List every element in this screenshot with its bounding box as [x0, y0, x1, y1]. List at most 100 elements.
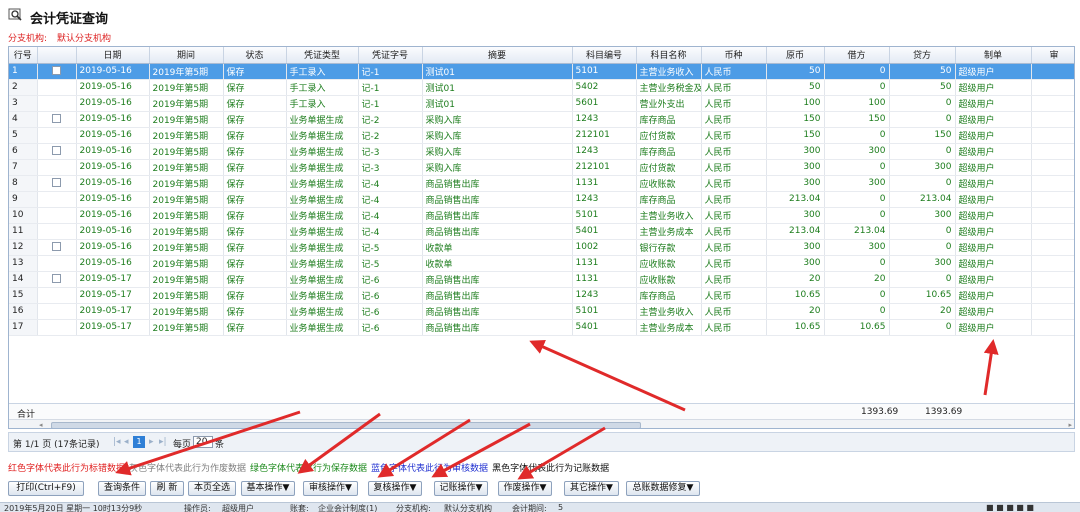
- ledger-repair-button[interactable]: 总账数据修复▼: [626, 481, 700, 496]
- table-row[interactable]: 17 2019-05-17 2019年第5期 保存 业务单据生成 记-6 商品销售出库 540…: [9, 319, 1074, 336]
- audit-ops-button[interactable]: 审核操作▼: [303, 481, 358, 496]
- branch-value[interactable]: 默认分支机构: [57, 34, 111, 44]
- table-row[interactable]: 6 2019-05-16 2019年第5期 保存 业务单据生成 记-3 采购入库 1243 库存…: [9, 143, 1074, 160]
- page-1-button[interactable]: 1: [133, 436, 145, 448]
- table-row[interactable]: 15 2019-05-17 2019年第5期 保存 业务单据生成 记-6 商品销售出库 124…: [9, 287, 1074, 304]
- posting-ops-button[interactable]: 记账操作▼: [434, 481, 488, 496]
- row-checkbox[interactable]: [52, 146, 61, 155]
- column-header[interactable]: 制单: [955, 47, 1032, 64]
- column-header[interactable]: 行号: [9, 47, 38, 64]
- table-row[interactable]: 5 2019-05-16 2019年第5期 保存 业务单据生成 记-2 采购入库 212101…: [9, 127, 1074, 144]
- table-cell: [1031, 287, 1074, 304]
- table-cell: 商品销售出库: [422, 191, 573, 208]
- row-checkbox[interactable]: [52, 178, 61, 187]
- review-ops-button[interactable]: 复核操作▼: [368, 481, 422, 496]
- row-checkbox[interactable]: [52, 114, 61, 123]
- other-ops-button[interactable]: 其它操作▼: [564, 481, 619, 496]
- refresh-button[interactable]: 刷 新: [150, 481, 184, 496]
- per-page-unit: 条: [215, 440, 225, 450]
- column-header[interactable]: 币种: [701, 47, 767, 64]
- next-page-icon[interactable]: ▸: [149, 437, 154, 447]
- row-checkbox-cell: [37, 175, 77, 192]
- table-row[interactable]: 2 2019-05-16 2019年第5期 保存 手工录入 记-1 测试01 5402 主营业务…: [9, 79, 1074, 96]
- table-cell: 库存商品: [636, 191, 702, 208]
- column-header[interactable]: [37, 47, 77, 64]
- status-operator-label: 操作员:: [184, 504, 211, 512]
- table-row[interactable]: 8 2019-05-16 2019年第5期 保存 业务单据生成 记-4 商品销售出库 1131…: [9, 175, 1074, 192]
- table-row[interactable]: 11 2019-05-16 2019年第5期 保存 业务单据生成 记-4 商品销售出库 540…: [9, 223, 1074, 240]
- column-header[interactable]: 凭证类型: [286, 47, 359, 64]
- table-cell: [1031, 111, 1074, 128]
- row-number: 12: [9, 239, 38, 256]
- table-row[interactable]: 7 2019-05-16 2019年第5期 保存 业务单据生成 记-3 采购入库 212101…: [9, 159, 1074, 176]
- totals-credit: 1393.69: [925, 407, 963, 417]
- column-header[interactable]: 科目编号: [572, 47, 637, 64]
- page-info: 第 1/1 页 (17条记录): [13, 440, 100, 450]
- column-header[interactable]: 审: [1031, 47, 1074, 64]
- table-cell: 超级用户: [955, 95, 1032, 112]
- print-button[interactable]: 打印(Ctrl+F9): [8, 481, 84, 496]
- status-branch: 默认分支机构: [444, 504, 492, 512]
- color-legend: 红色字体代表此行为标错数据 灰色字体代表此行为作废数据 绿色字体代表此行为保存数据蓝…: [8, 461, 613, 474]
- table-cell: 1243: [572, 143, 637, 160]
- table-cell: [1031, 223, 1074, 240]
- prev-page-icon[interactable]: ◂: [124, 437, 129, 447]
- table-cell: [1031, 95, 1074, 112]
- table-cell: 300: [766, 143, 825, 160]
- status-operator: 超级用户: [222, 504, 254, 512]
- table-cell: 主营业务税金及: [636, 79, 702, 96]
- last-page-icon[interactable]: ▸|: [159, 437, 167, 447]
- table-row[interactable]: 10 2019-05-16 2019年第5期 保存 业务单据生成 记-4 商品销售出库 510…: [9, 207, 1074, 224]
- table-cell: 20: [766, 271, 825, 288]
- scrollbar-thumb[interactable]: [51, 422, 641, 428]
- table-row[interactable]: 3 2019-05-16 2019年第5期 保存 手工录入 记-1 测试01 5601 营业外支…: [9, 95, 1074, 112]
- column-header[interactable]: 日期: [76, 47, 150, 64]
- table-cell: 2019年第5期: [149, 143, 224, 160]
- query-conditions-button[interactable]: 查询条件: [98, 481, 146, 496]
- row-checkbox-cell: [37, 223, 77, 240]
- row-checkbox[interactable]: [52, 274, 61, 283]
- void-ops-button[interactable]: 作废操作▼: [498, 481, 552, 496]
- column-header[interactable]: 期间: [149, 47, 224, 64]
- table-cell: 应收账款: [636, 255, 702, 272]
- column-header[interactable]: 摘要: [422, 47, 573, 64]
- table-row[interactable]: 14 2019-05-17 2019年第5期 保存 业务单据生成 记-6 商品销售出库 113…: [9, 271, 1074, 288]
- horizontal-scrollbar[interactable]: ◂ ▸: [9, 419, 1074, 428]
- table-cell: 0: [824, 287, 890, 304]
- table-cell: 超级用户: [955, 143, 1032, 160]
- table-row[interactable]: 12 2019-05-16 2019年第5期 保存 业务单据生成 记-5 收款单 1002 银行…: [9, 239, 1074, 256]
- scroll-left-icon[interactable]: ◂: [39, 421, 43, 428]
- table-cell: 记-6: [358, 303, 423, 320]
- table-row[interactable]: 4 2019-05-16 2019年第5期 保存 业务单据生成 记-2 采购入库 1243 库存…: [9, 111, 1074, 128]
- scroll-right-icon[interactable]: ▸: [1068, 421, 1072, 428]
- table-cell: 测试01: [422, 95, 573, 112]
- column-header[interactable]: 凭证字号: [358, 47, 423, 64]
- row-number: 1: [9, 63, 38, 80]
- select-all-page-button[interactable]: 本页全选: [188, 481, 236, 496]
- table-cell: 记-5: [358, 255, 423, 272]
- table-row[interactable]: 9 2019-05-16 2019年第5期 保存 业务单据生成 记-4 商品销售出库 1243…: [9, 191, 1074, 208]
- column-header[interactable]: 贷方: [889, 47, 956, 64]
- row-checkbox[interactable]: [52, 66, 61, 75]
- table-row[interactable]: 13 2019-05-16 2019年第5期 保存 业务单据生成 记-5 收款单 1131 应收…: [9, 255, 1074, 272]
- basic-ops-button[interactable]: 基本操作▼: [241, 481, 295, 496]
- table-row[interactable]: 1 2019-05-16 2019年第5期 保存 手工录入 记-1 测试01 5101 主营业务…: [9, 63, 1074, 80]
- column-header[interactable]: 科目名称: [636, 47, 702, 64]
- first-page-icon[interactable]: |◂: [113, 437, 121, 447]
- column-header[interactable]: 原币: [766, 47, 825, 64]
- table-cell: 记-4: [358, 175, 423, 192]
- table-cell: 应收账款: [636, 271, 702, 288]
- table-cell: [1031, 271, 1074, 288]
- table-cell: [1031, 319, 1074, 336]
- column-header[interactable]: 借方: [824, 47, 890, 64]
- column-header[interactable]: 状态: [223, 47, 287, 64]
- per-page-input[interactable]: 20: [193, 436, 213, 448]
- table-cell: 2019-05-16: [76, 175, 150, 192]
- table-cell: 213.04: [766, 223, 825, 240]
- legend-item: 绿色字体代表此行为保存数据: [250, 464, 368, 474]
- table-row[interactable]: 16 2019-05-17 2019年第5期 保存 业务单据生成 记-6 商品销售出库 510…: [9, 303, 1074, 320]
- row-checkbox[interactable]: [52, 242, 61, 251]
- table-cell: 保存: [223, 319, 287, 336]
- table-cell: 商品销售出库: [422, 287, 573, 304]
- voucher-grid[interactable]: 行号 日期 期间 状态 凭证类型 凭证字号 摘要 科目编号 科目名称 币种 原币 借方 贷方 制单审 12…: [8, 46, 1075, 429]
